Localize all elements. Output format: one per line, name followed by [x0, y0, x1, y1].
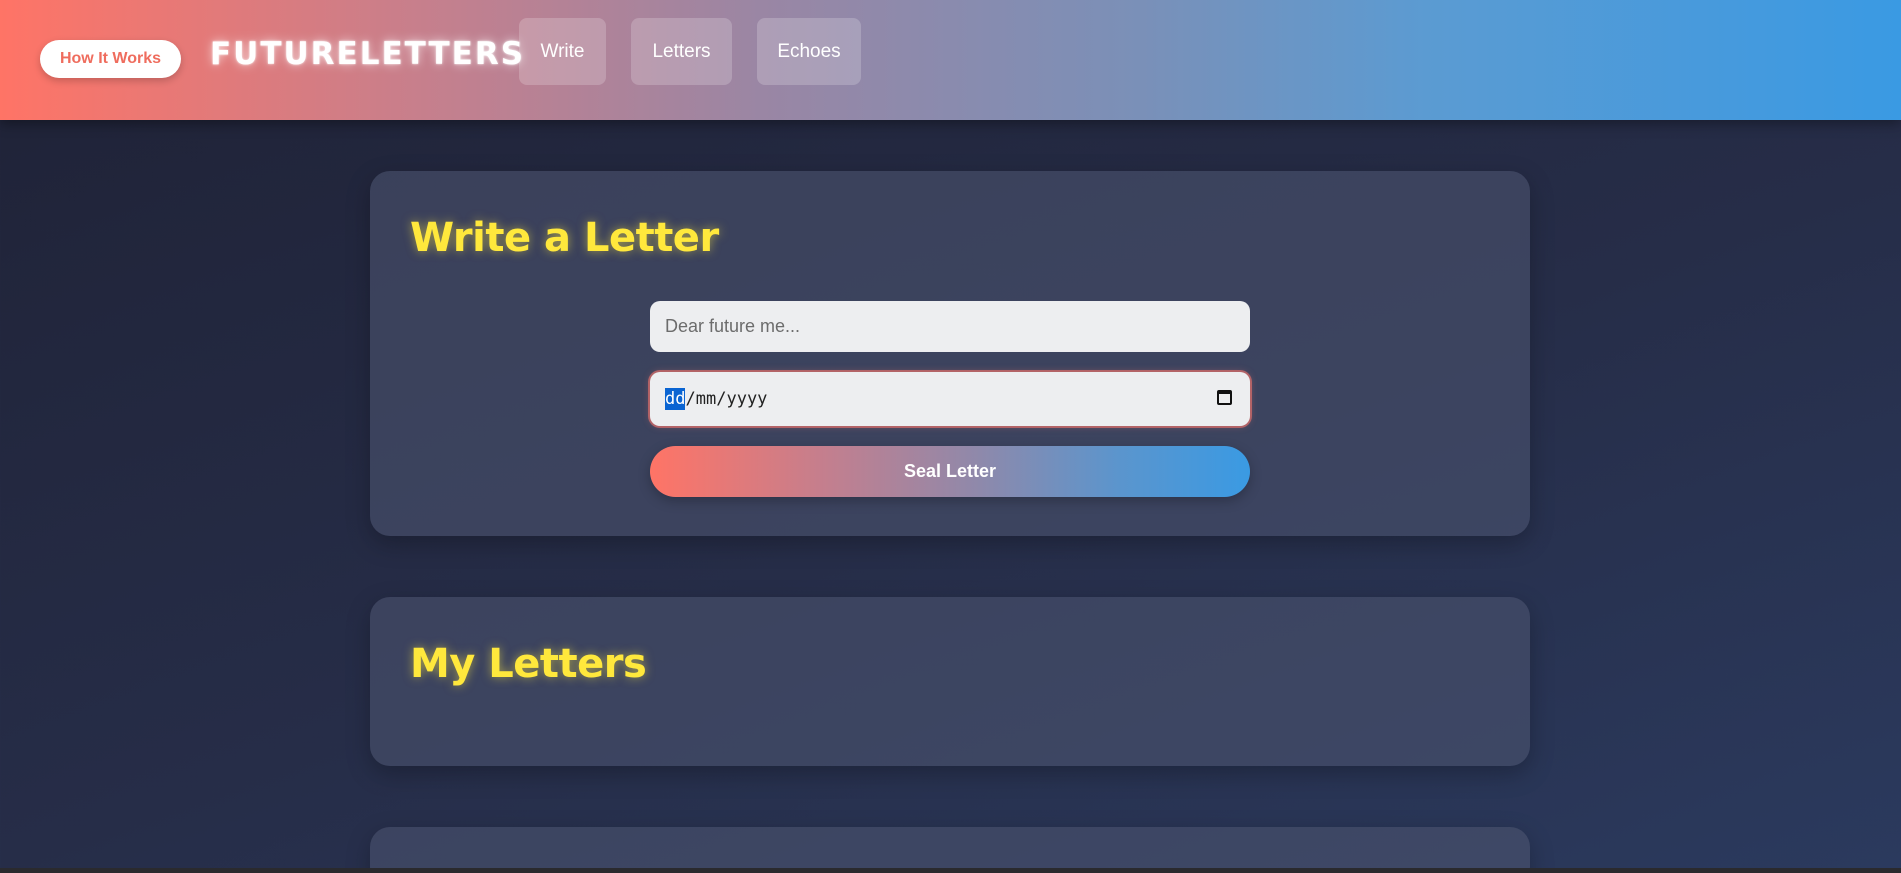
date-separator: /: [716, 389, 727, 409]
nav-tab-echoes[interactable]: Echoes: [757, 18, 861, 85]
my-letters-card: My Letters: [370, 597, 1530, 766]
write-letter-card: Write a Letter dd / mm / yyyy Seal Lette…: [370, 171, 1530, 536]
date-separator: /: [685, 389, 696, 409]
echoes-card: [370, 827, 1530, 873]
window-bottom-edge: [0, 868, 1901, 873]
letter-text-input[interactable]: [650, 301, 1250, 352]
date-year-segment[interactable]: yyyy: [726, 389, 767, 409]
how-it-works-button[interactable]: How It Works: [40, 40, 181, 78]
top-header: How It Works FUTURELETTERS Write Letters…: [0, 0, 1901, 120]
date-day-segment[interactable]: dd: [665, 388, 686, 410]
write-letter-title: Write a Letter: [410, 215, 719, 261]
delivery-date-input[interactable]: dd / mm / yyyy: [650, 372, 1250, 426]
my-letters-title: My Letters: [410, 641, 647, 687]
nav-tab-write[interactable]: Write: [519, 18, 606, 85]
nav-tab-letters[interactable]: Letters: [631, 18, 732, 85]
calendar-icon[interactable]: [1217, 390, 1232, 405]
seal-letter-button[interactable]: Seal Letter: [650, 446, 1250, 497]
date-month-segment[interactable]: mm: [696, 389, 716, 409]
brand-logo-text[interactable]: FUTURELETTERS: [210, 36, 525, 72]
